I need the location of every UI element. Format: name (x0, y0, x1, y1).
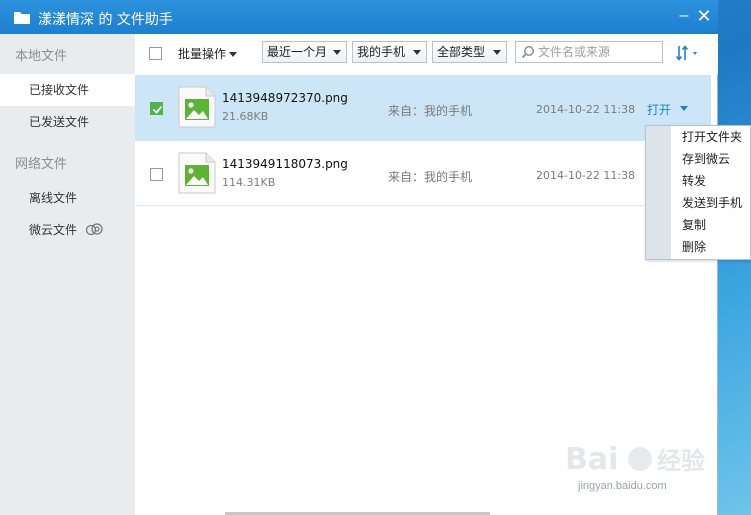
file-row[interactable]: 1413948972370.png 21.68KB 来自：我的手机 2014-1… (135, 75, 711, 141)
file-time: 2014-10-22 11:38 (536, 103, 636, 116)
menu-item-forward[interactable]: 转发 (682, 170, 751, 192)
weiyun-cloud-icon (85, 215, 105, 247)
sidebar-item-label: 已发送文件 (29, 115, 90, 129)
batch-operations-label: 批量操作 (178, 47, 227, 61)
time-filter-dropdown[interactable]: 最近一个月 (262, 41, 347, 63)
menu-item-save-weiyun[interactable]: 存到微云 (682, 148, 751, 170)
file-name[interactable]: 1413948972370.png (222, 91, 348, 105)
minimize-button[interactable]: – (674, 6, 694, 26)
title-bar[interactable]: 漾漾情深 的 文件助手 – ✕ (0, 0, 718, 34)
chevron-down-icon (413, 50, 421, 55)
sidebar-item-label: 微云文件 (29, 223, 78, 237)
folder-icon (14, 11, 30, 27)
watermark-url: jingyan.baidu.com (578, 480, 667, 492)
file-name[interactable]: 1413949118073.png (222, 157, 348, 171)
file-size: 114.31KB (222, 176, 276, 189)
file-size: 21.68KB (222, 110, 269, 123)
sort-button[interactable] (675, 44, 705, 62)
sidebar-item-label: 离线文件 (29, 191, 78, 205)
image-file-icon (178, 86, 216, 131)
window-title: 漾漾情深 的 文件助手 (38, 12, 173, 28)
menu-item-copy[interactable]: 复制 (682, 214, 751, 236)
time-filter-value: 最近一个月 (267, 45, 328, 59)
file-source: 来自：我的手机 (388, 104, 473, 118)
more-actions-dropdown-icon[interactable] (680, 106, 688, 111)
file-context-menu: 打开文件夹 存到微云 转发 发送到手机 复制 删除 (645, 125, 751, 260)
batch-operations-button[interactable]: 批量操作 (178, 45, 238, 62)
close-button[interactable]: ✕ (694, 6, 714, 26)
type-filter-dropdown[interactable]: 全部类型 (432, 41, 507, 63)
menu-item-open-folder[interactable]: 打开文件夹 (682, 126, 751, 148)
device-filter-dropdown[interactable]: 我的手机 (352, 41, 427, 63)
menu-item-send-to-phone[interactable]: 发送到手机 (682, 192, 751, 214)
file-row[interactable]: 1413949118073.png 114.31KB 来自：我的手机 2014-… (135, 141, 711, 206)
menu-gutter (646, 126, 671, 259)
chevron-down-icon (493, 50, 501, 55)
device-filter-value: 我的手机 (357, 45, 406, 59)
image-file-icon (178, 152, 216, 197)
file-source: 来自：我的手机 (388, 170, 473, 184)
type-filter-value: 全部类型 (437, 45, 486, 59)
file-checkbox[interactable] (150, 168, 163, 181)
sidebar-item-received[interactable]: 已接收文件 (0, 74, 135, 106)
file-checkbox[interactable] (150, 102, 163, 115)
chevron-down-icon (229, 52, 238, 57)
search-icon (521, 45, 535, 62)
sidebar-item-weiyun[interactable]: 微云文件 (0, 214, 135, 246)
open-file-button[interactable]: 打开 (647, 101, 671, 118)
search-box[interactable] (515, 41, 663, 63)
search-input[interactable] (538, 44, 660, 60)
menu-item-delete[interactable]: 删除 (682, 236, 751, 258)
svg-text:Bai: Bai (565, 442, 618, 477)
sidebar-item-offline[interactable]: 离线文件 (0, 182, 135, 214)
sidebar-item-sent[interactable]: 已发送文件 (0, 106, 135, 138)
sidebar: 本地文件 已接收文件 已发送文件 网络文件 离线文件 微云文件 (0, 34, 135, 515)
sidebar-section-local: 本地文件 (15, 49, 68, 64)
baidu-jingyan-watermark-logo: Bai 经验 (565, 435, 715, 482)
svg-text:经验: 经验 (657, 447, 705, 475)
file-time: 2014-10-22 11:38 (536, 169, 636, 182)
check-icon (152, 105, 163, 114)
select-all-checkbox[interactable] (149, 47, 162, 60)
chevron-down-icon (333, 50, 341, 55)
sidebar-section-network: 网络文件 (15, 157, 68, 172)
file-assistant-window: 漾漾情深 的 文件助手 – ✕ 本地文件 已接收文件 已发送文件 网络文件 离线… (0, 0, 718, 515)
sidebar-item-label: 已接收文件 (29, 83, 90, 97)
sort-icon (675, 45, 697, 61)
toolbar: 批量操作 最近一个月 我的手机 全部类型 (135, 34, 718, 74)
